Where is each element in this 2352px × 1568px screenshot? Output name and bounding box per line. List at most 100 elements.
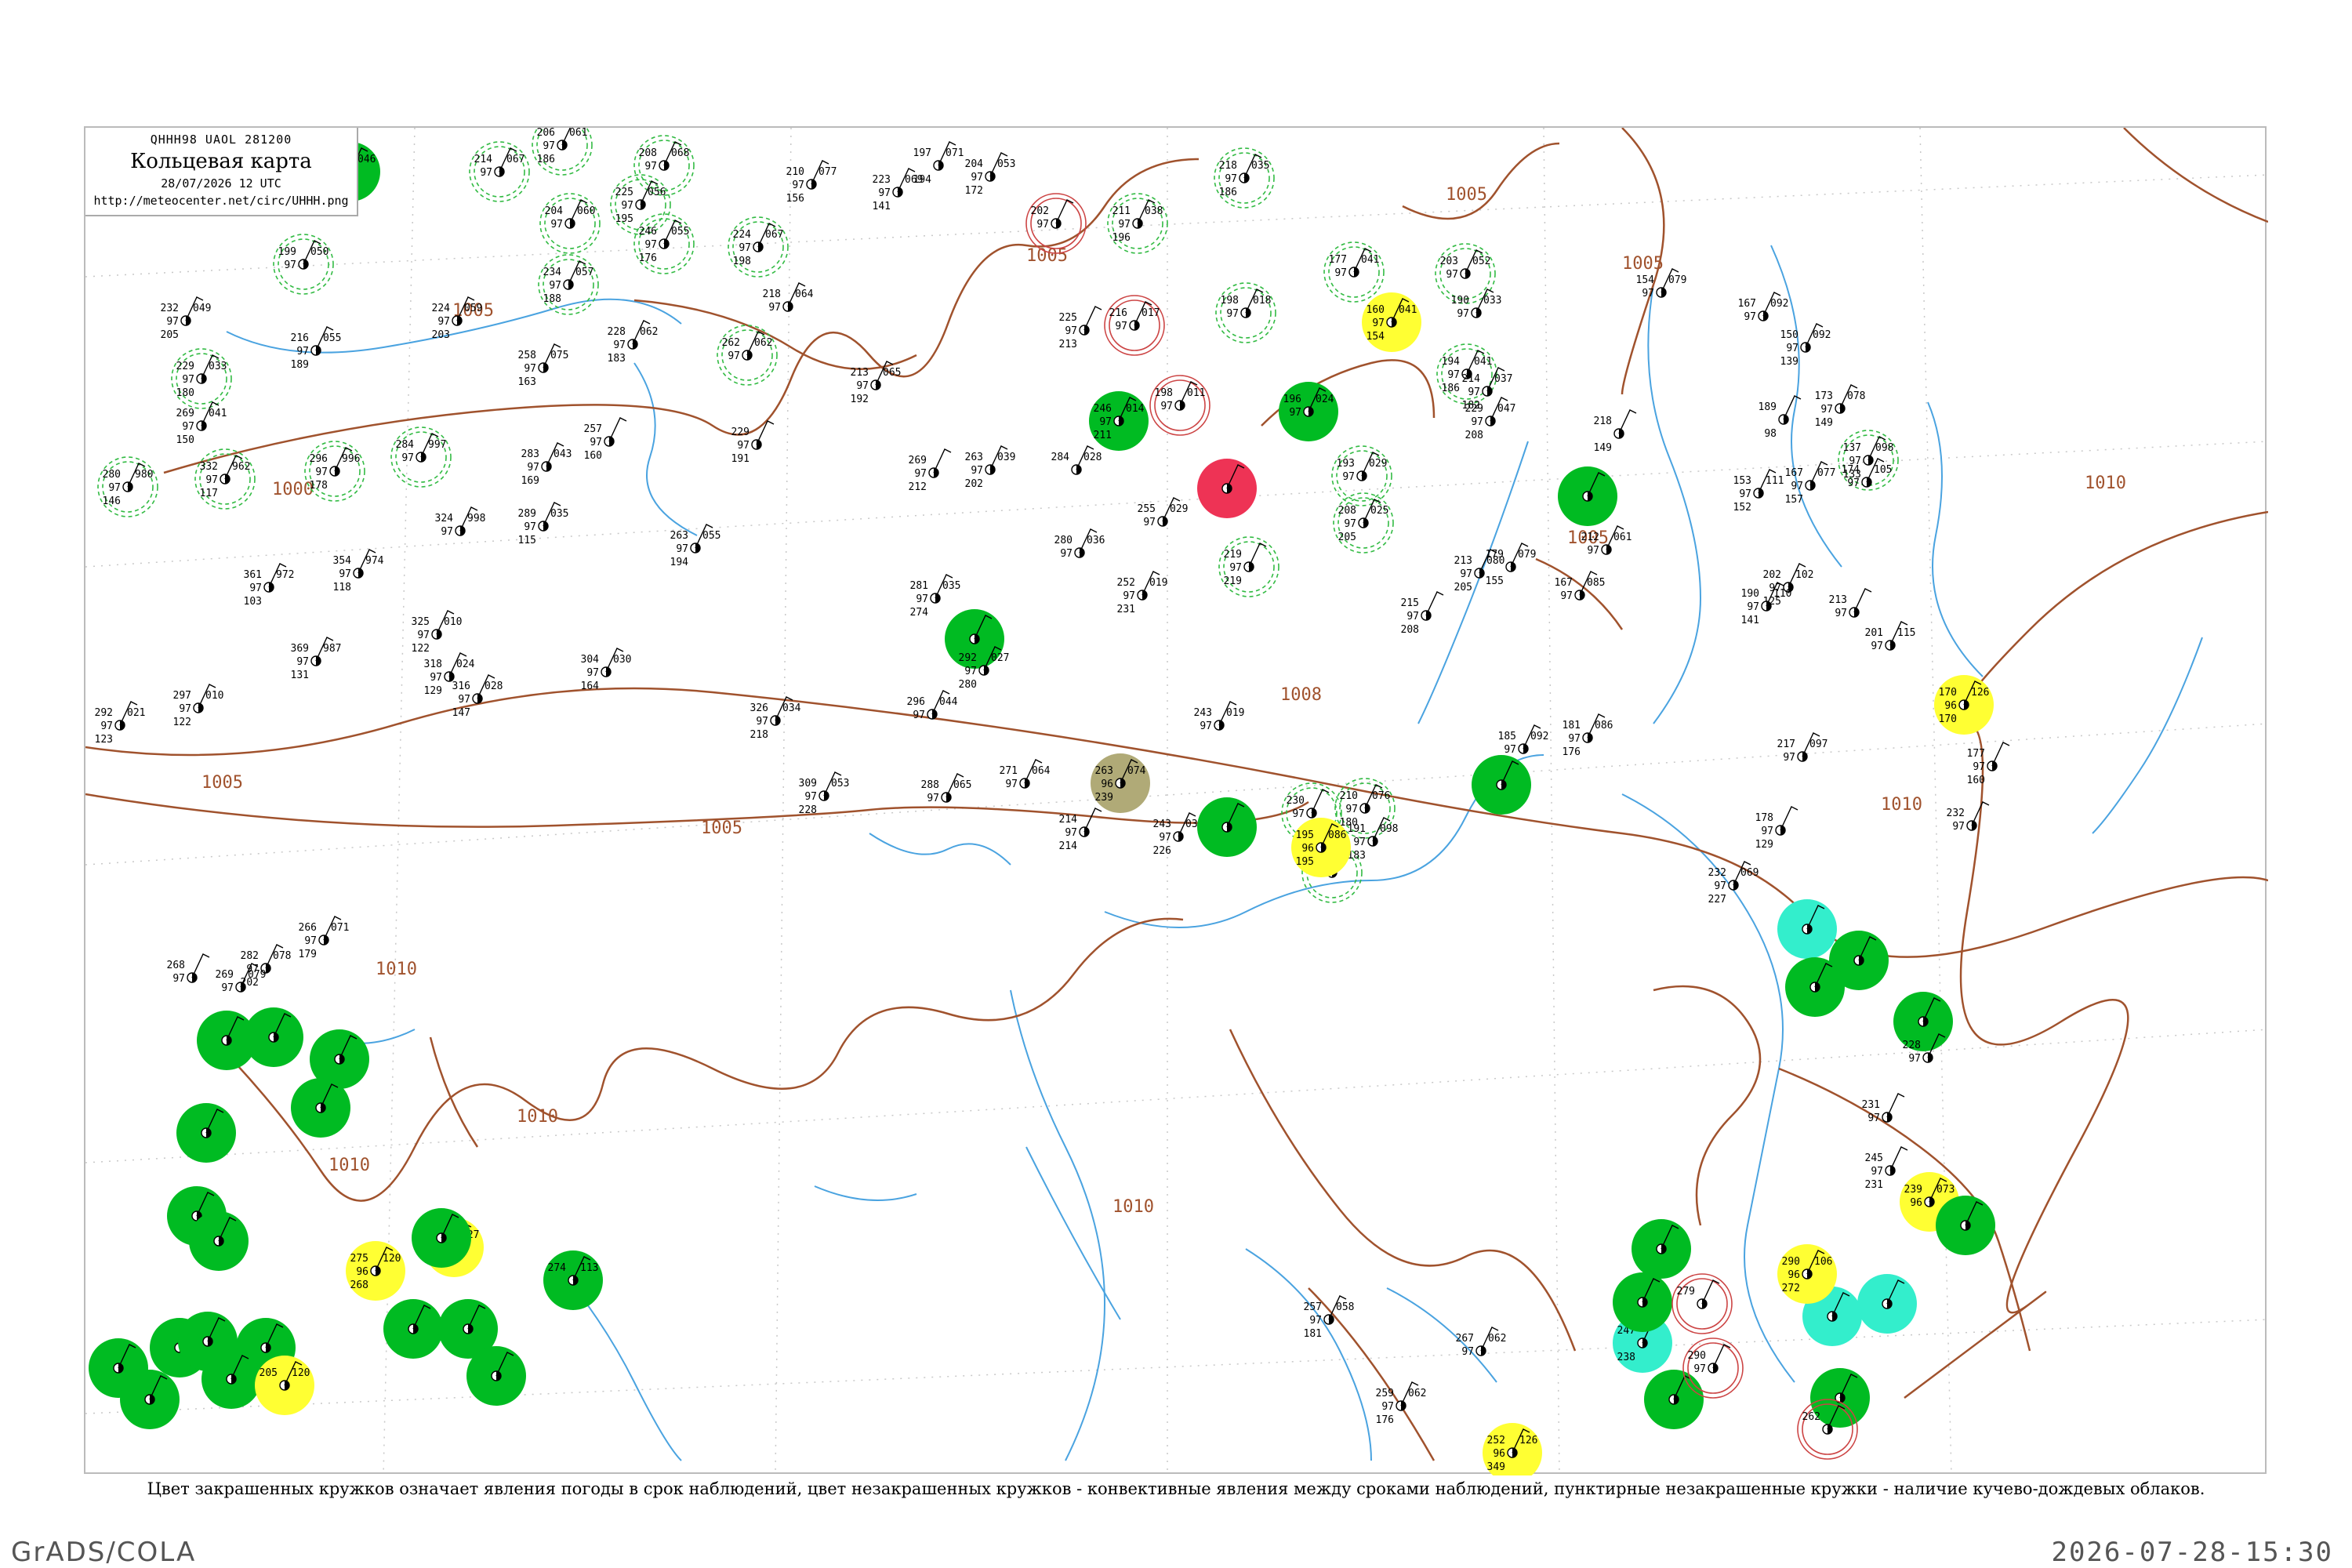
- weather-station[interactable]: 269 97212: [909, 448, 952, 493]
- weather-station[interactable]: [1472, 755, 1531, 815]
- weather-station[interactable]: 216 017 97: [1104, 295, 1165, 356]
- source-url[interactable]: http://meteocenter.net/circ/UHHH.png: [85, 194, 357, 208]
- weather-station[interactable]: 288 065 97: [921, 773, 972, 804]
- weather-station[interactable]: 173 078 97149: [1815, 384, 1866, 429]
- weather-station[interactable]: 289 035 97 115: [518, 502, 569, 546]
- weather-station[interactable]: 280 036 97: [1054, 528, 1105, 560]
- weather-station[interactable]: 190 110 97 141: [1741, 582, 1792, 626]
- weather-station[interactable]: 243 019 97: [1194, 701, 1245, 732]
- weather-station[interactable]: 26897: [167, 953, 210, 985]
- weather-station[interactable]: 229 047 97 208: [1465, 397, 1516, 441]
- weather-station[interactable]: 304 030 97 164: [581, 648, 632, 692]
- weather-station[interactable]: 199 050 97: [273, 234, 334, 295]
- weather-station[interactable]: 195 08696195: [1291, 818, 1351, 877]
- weather-station[interactable]: 279: [1671, 1273, 1733, 1334]
- weather-station[interactable]: 325 010 97 122: [412, 610, 463, 655]
- weather-station[interactable]: [412, 1208, 471, 1268]
- weather-station[interactable]: 167 092 97: [1738, 292, 1789, 323]
- weather-station[interactable]: 218 064 97: [763, 282, 814, 314]
- weather-station[interactable]: 283 043 97169: [521, 442, 572, 487]
- weather-station[interactable]: 201 115 97: [1865, 621, 1916, 652]
- weather-station[interactable]: 292 021 97 123: [95, 701, 146, 746]
- weather-station[interactable]: 258 075 97163: [518, 343, 569, 388]
- weather-station[interactable]: 309 053 97228: [799, 771, 850, 816]
- weather-station[interactable]: 324 998 97: [435, 506, 486, 538]
- weather-station[interactable]: 229 97191: [731, 420, 775, 465]
- weather-station[interactable]: 296 044 97: [907, 690, 958, 721]
- weather-station[interactable]: [1558, 466, 1617, 526]
- weather-station[interactable]: [466, 1346, 526, 1406]
- weather-station[interactable]: 246 014 97 211: [1089, 391, 1149, 451]
- weather-station[interactable]: 296 996 97 178: [304, 441, 365, 502]
- weather-station[interactable]: 267 062 97: [1456, 1327, 1507, 1358]
- weather-station[interactable]: 252 019 97 231: [1117, 571, 1168, 615]
- weather-station[interactable]: 198 011 97: [1149, 375, 1210, 436]
- weather-station[interactable]: 17797 160: [1967, 742, 2010, 786]
- weather-station[interactable]: [120, 1370, 180, 1429]
- weather-station[interactable]: 297 010 97 122: [173, 684, 224, 728]
- weather-station[interactable]: 255 029 97: [1138, 497, 1189, 528]
- weather-station[interactable]: [1632, 1219, 1691, 1279]
- weather-station[interactable]: 217 097 97: [1777, 732, 1828, 764]
- weather-station[interactable]: 197 071 194: [913, 141, 964, 186]
- weather-station[interactable]: 369 987 97 131: [291, 637, 342, 681]
- weather-station[interactable]: [383, 1299, 443, 1359]
- weather-station[interactable]: 214 067 97: [469, 141, 530, 202]
- weather-station[interactable]: 198 018 97: [1215, 282, 1276, 343]
- weather-station[interactable]: 29097: [1682, 1338, 1744, 1399]
- weather-station[interactable]: 281 035 97 274: [910, 574, 961, 619]
- weather-station[interactable]: 208 025 97 205: [1333, 492, 1394, 554]
- weather-station[interactable]: 193 029 97: [1331, 445, 1392, 506]
- weather-station[interactable]: 271 064 97: [1000, 759, 1051, 790]
- weather-station[interactable]: 167 085 97: [1555, 571, 1606, 602]
- weather-station[interactable]: 204 060 97: [539, 193, 601, 254]
- weather-station[interactable]: 354 974 97 118: [333, 549, 384, 593]
- weather-station[interactable]: 332 962 97 117: [194, 448, 256, 510]
- weather-station[interactable]: 211 038 97 196: [1107, 193, 1168, 254]
- weather-station[interactable]: 246 055 97176: [633, 213, 695, 274]
- weather-station[interactable]: [1936, 1196, 1995, 1255]
- weather-station[interactable]: 275 120 96268: [346, 1241, 405, 1301]
- weather-station[interactable]: 290 106 96 272: [1777, 1244, 1837, 1304]
- weather-station[interactable]: [1777, 899, 1837, 959]
- weather-station[interactable]: 215 97 208: [1401, 591, 1444, 636]
- weather-station[interactable]: 21397: [1829, 588, 1872, 619]
- weather-station[interactable]: 245 97231: [1865, 1146, 1908, 1191]
- weather-station[interactable]: 202 10297125: [1763, 563, 1814, 608]
- weather-station[interactable]: [1785, 957, 1845, 1017]
- weather-station[interactable]: [1613, 1272, 1672, 1332]
- weather-station[interactable]: 232 069 97 227: [1708, 861, 1759, 906]
- weather-station[interactable]: 266 071 97 179: [299, 916, 350, 960]
- weather-station[interactable]: 22597 213: [1059, 306, 1102, 350]
- weather-station[interactable]: 216 055 97189: [291, 326, 342, 371]
- weather-station[interactable]: 189 98: [1759, 395, 1802, 440]
- weather-station[interactable]: [201, 1349, 261, 1409]
- weather-station[interactable]: 177 041 97: [1323, 241, 1385, 303]
- weather-station[interactable]: 181 086 97176: [1563, 713, 1613, 758]
- weather-station[interactable]: 259 062 97176: [1376, 1381, 1427, 1426]
- weather-station[interactable]: 190 033 97: [1451, 289, 1502, 320]
- weather-station[interactable]: 23197: [1862, 1093, 1905, 1124]
- ring-map[interactable]: 1005 1005 1005 1005 1000 1005 1008 1010 …: [85, 128, 2268, 1475]
- weather-station[interactable]: 196 024 97: [1279, 382, 1338, 441]
- weather-station[interactable]: 316 028 97147: [452, 674, 503, 719]
- weather-station[interactable]: 218 035 97 186: [1214, 147, 1275, 209]
- weather-station[interactable]: 263 039 97202: [965, 445, 1016, 490]
- weather-station[interactable]: 361 972 97 103: [244, 563, 295, 608]
- weather-station[interactable]: 160 041 97 154: [1362, 292, 1421, 352]
- weather-station[interactable]: 263 074 96 239: [1091, 753, 1150, 813]
- weather-station[interactable]: 252 126 96349: [1483, 1423, 1542, 1475]
- weather-station[interactable]: 191 09897183: [1348, 817, 1399, 862]
- weather-station[interactable]: 274 113: [543, 1250, 603, 1310]
- weather-station[interactable]: 280 980 97146: [97, 456, 158, 517]
- weather-station[interactable]: 210 077 97 156: [786, 160, 837, 205]
- weather-station[interactable]: 284 997 97: [390, 426, 452, 488]
- weather-station[interactable]: 23297: [1947, 801, 1990, 833]
- weather-station[interactable]: 205 120: [255, 1356, 314, 1415]
- weather-station[interactable]: [291, 1078, 350, 1138]
- weather-station[interactable]: [1197, 797, 1257, 857]
- weather-station[interactable]: [176, 1103, 236, 1163]
- weather-station[interactable]: 153 111 97 152: [1733, 469, 1784, 514]
- weather-station[interactable]: 243 03797226: [1153, 812, 1204, 857]
- weather-station[interactable]: 269 041 97150: [176, 401, 227, 446]
